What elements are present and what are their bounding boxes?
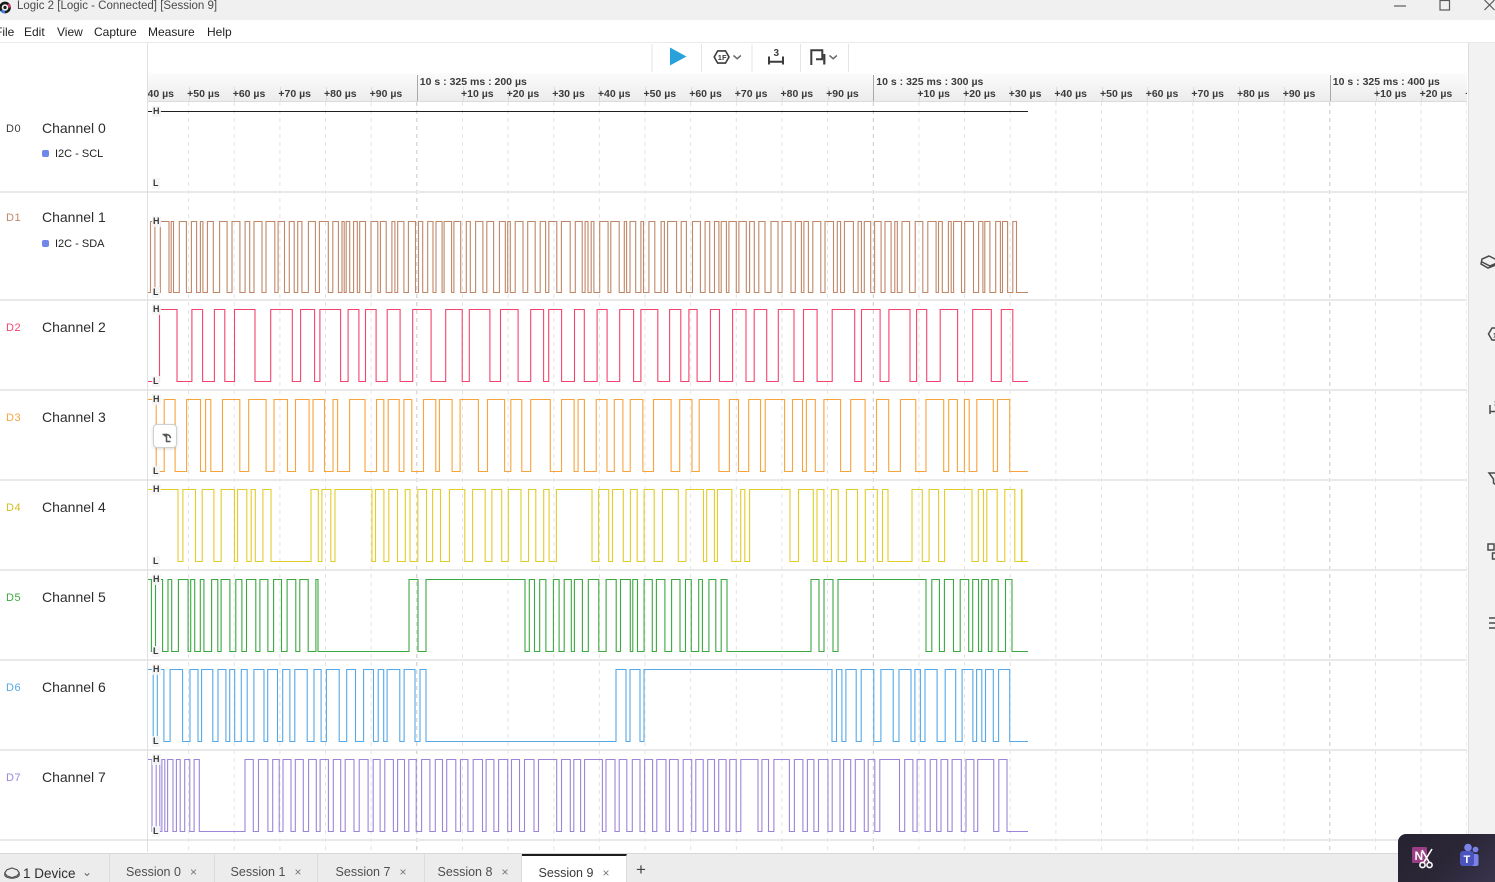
svg-text:3: 3 <box>774 48 780 59</box>
svg-text:T: T <box>1464 854 1471 866</box>
svg-text:1F: 1F <box>718 53 727 62</box>
